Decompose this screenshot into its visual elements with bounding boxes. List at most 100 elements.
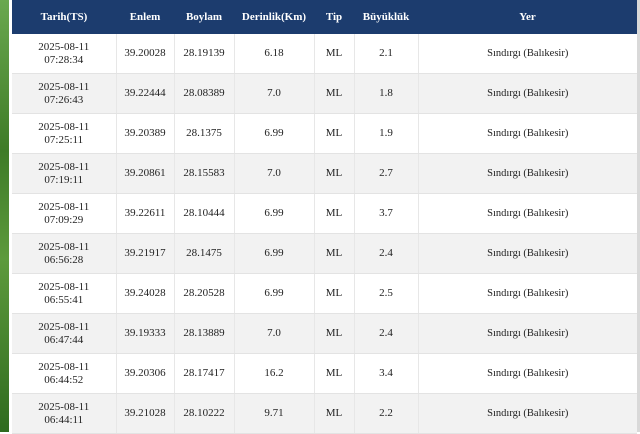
event-time: 06:47:44 (44, 333, 84, 346)
event-time: 07:26:43 (44, 93, 84, 106)
cell-magnitude: 2.2 (354, 393, 419, 434)
cell-magnitude: 2.4 (354, 233, 419, 274)
event-time: 07:19:11 (44, 173, 84, 186)
cell-type: ML (314, 313, 355, 354)
cell-longitude: 28.19139 (174, 34, 235, 74)
event-date: 2025-08-11 (38, 40, 90, 53)
event-time: 06:44:11 (44, 413, 84, 426)
cell-depth: 6.99 (234, 193, 315, 234)
cell-latitude: 39.21028 (116, 393, 175, 434)
cell-date: 2025-08-11 06:55:41 (12, 273, 117, 314)
header-latitude[interactable]: Enlem (116, 0, 174, 34)
cell-magnitude: 2.4 (354, 313, 419, 354)
cell-longitude: 28.10222 (174, 393, 235, 434)
cell-longitude: 28.13889 (174, 313, 235, 354)
cell-longitude: 28.17417 (174, 353, 235, 394)
cell-depth: 6.18 (234, 34, 315, 74)
cell-latitude: 39.24028 (116, 273, 175, 314)
cell-date: 2025-08-11 06:47:44 (12, 313, 117, 354)
cell-date: 2025-08-11 07:28:34 (12, 34, 117, 74)
cell-longitude: 28.10444 (174, 193, 235, 234)
cell-latitude: 39.20389 (116, 113, 175, 154)
table-row[interactable]: 2025-08-11 06:55:41 39.24028 28.20528 6.99 ML… (12, 273, 637, 314)
cell-longitude: 28.1475 (174, 233, 235, 274)
table-row[interactable]: 2025-08-11 06:44:11 39.21028 28.10222 9.71 ML… (12, 393, 637, 434)
table-row[interactable]: 2025-08-11 07:09:29 39.22611 28.10444 6.99 ML… (12, 193, 637, 234)
cell-type: ML (314, 153, 355, 194)
event-time: 06:44:52 (44, 373, 84, 386)
cell-depth: 9.71 (234, 393, 315, 434)
cell-magnitude: 1.8 (354, 73, 419, 114)
cell-date: 2025-08-11 07:25:11 (12, 113, 117, 154)
cell-type: ML (314, 353, 355, 394)
header-depth[interactable]: Derinlik(Km) (234, 0, 314, 34)
earthquake-table: Tarih(TS) Enlem Boylam Derinlik(Km) Tip … (12, 0, 637, 434)
cell-magnitude: 2.1 (354, 34, 419, 74)
event-date: 2025-08-11 (38, 360, 90, 373)
cell-depth: 7.0 (234, 73, 315, 114)
event-date: 2025-08-11 (38, 400, 90, 413)
table-row[interactable]: 2025-08-11 06:44:52 39.20306 28.17417 16.2 ML… (12, 353, 637, 394)
cell-depth: 7.0 (234, 313, 315, 354)
event-date: 2025-08-11 (38, 160, 90, 173)
cell-latitude: 39.19333 (116, 313, 175, 354)
cell-type: ML (314, 233, 355, 274)
event-date: 2025-08-11 (38, 200, 90, 213)
cell-longitude: 28.1375 (174, 113, 235, 154)
event-date: 2025-08-11 (38, 240, 90, 253)
table-row[interactable]: 2025-08-11 07:28:34 39.20028 28.19139 6.18 ML… (12, 34, 637, 74)
cell-location: Sındırgı (Balıkesir) (418, 193, 637, 234)
table-row[interactable]: 2025-08-11 06:56:28 39.21917 28.1475 6.99 ML 2… (12, 233, 637, 274)
event-time: 07:25:11 (44, 133, 84, 146)
table-row[interactable]: 2025-08-11 07:19:11 39.20861 28.15583 7.0 ML 2… (12, 153, 637, 194)
cell-magnitude: 2.7 (354, 153, 419, 194)
cell-date: 2025-08-11 06:44:11 (12, 393, 117, 434)
cell-latitude: 39.20306 (116, 353, 175, 394)
cell-type: ML (314, 393, 355, 434)
header-date[interactable]: Tarih(TS) (12, 0, 116, 34)
cell-location: Sındırgı (Balıkesir) (418, 153, 637, 194)
event-time: 07:28:34 (44, 53, 84, 66)
header-magnitude[interactable]: Büyüklük (354, 0, 418, 34)
left-background-strip (0, 0, 9, 432)
cell-type: ML (314, 273, 355, 314)
cell-latitude: 39.20028 (116, 34, 175, 74)
cell-location: Sındırgı (Balıkesir) (418, 34, 637, 74)
cell-latitude: 39.22444 (116, 73, 175, 114)
cell-location: Sındırgı (Balıkesir) (418, 233, 637, 274)
event-date: 2025-08-11 (38, 80, 90, 93)
cell-longitude: 28.08389 (174, 73, 235, 114)
event-date: 2025-08-11 (38, 320, 90, 333)
cell-magnitude: 1.9 (354, 113, 419, 154)
cell-latitude: 39.20861 (116, 153, 175, 194)
cell-date: 2025-08-11 07:26:43 (12, 73, 117, 114)
cell-latitude: 39.22611 (116, 193, 175, 234)
event-time: 07:09:29 (44, 213, 84, 226)
cell-date: 2025-08-11 07:19:11 (12, 153, 117, 194)
cell-type: ML (314, 34, 355, 74)
cell-location: Sındırgı (Balıkesir) (418, 273, 637, 314)
cell-location: Sındırgı (Balıkesir) (418, 393, 637, 434)
event-date: 2025-08-11 (38, 120, 90, 133)
event-time: 06:56:28 (44, 253, 84, 266)
cell-location: Sındırgı (Balıkesir) (418, 313, 637, 354)
cell-type: ML (314, 113, 355, 154)
cell-longitude: 28.15583 (174, 153, 235, 194)
cell-date: 2025-08-11 07:09:29 (12, 193, 117, 234)
header-longitude[interactable]: Boylam (174, 0, 234, 34)
event-time: 06:55:41 (44, 293, 84, 306)
cell-location: Sındırgı (Balıkesir) (418, 73, 637, 114)
table-row[interactable]: 2025-08-11 07:26:43 39.22444 28.08389 7.0 ML 1… (12, 73, 637, 114)
table-row[interactable]: 2025-08-11 07:25:11 39.20389 28.1375 6.99 ML 1… (12, 113, 637, 154)
cell-magnitude: 3.7 (354, 193, 419, 234)
cell-latitude: 39.21917 (116, 233, 175, 274)
header-type[interactable]: Tip (314, 0, 354, 34)
cell-date: 2025-08-11 06:44:52 (12, 353, 117, 394)
cell-depth: 6.99 (234, 113, 315, 154)
header-location[interactable]: Yer (418, 0, 637, 34)
table-header-row: Tarih(TS) Enlem Boylam Derinlik(Km) Tip … (12, 0, 637, 34)
cell-type: ML (314, 193, 355, 234)
cell-depth: 7.0 (234, 153, 315, 194)
table-row[interactable]: 2025-08-11 06:47:44 39.19333 28.13889 7.0 ML 2… (12, 313, 637, 354)
cell-location: Sındırgı (Balıkesir) (418, 353, 637, 394)
